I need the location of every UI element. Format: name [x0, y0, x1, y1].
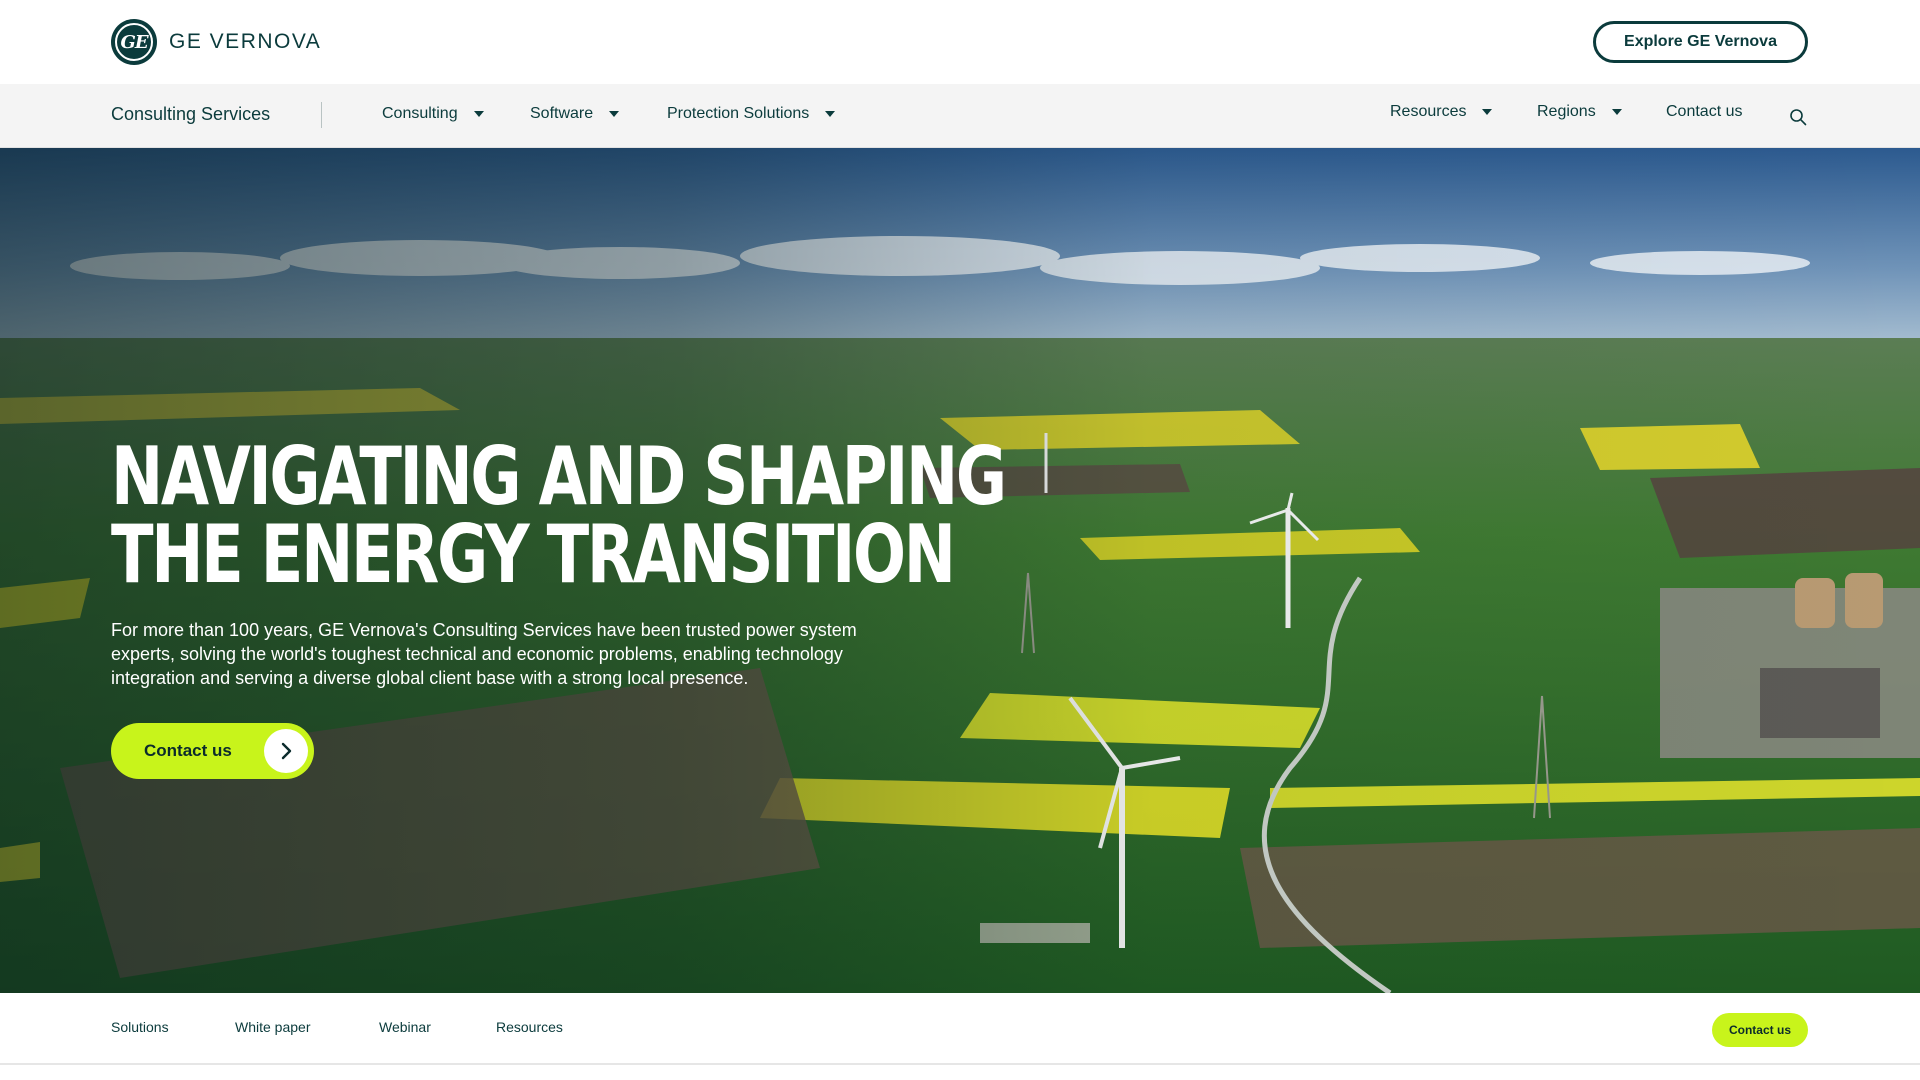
nav-item-label: Contact us [1666, 103, 1743, 120]
nav-item-label: Regions [1537, 103, 1596, 120]
nav-item-protection-solutions[interactable]: Protection Solutions [667, 105, 836, 123]
hero-description: For more than 100 years, GE Vernova's Co… [111, 620, 857, 688]
nav-item-label: Resources [1390, 103, 1467, 120]
nav-item-label: Software [530, 105, 594, 122]
chevron-down-icon [609, 111, 620, 117]
anchor-contact-us-button[interactable]: Contact us [1712, 1013, 1808, 1047]
top-header: GE GE VERNOVA Explore GE Vernova [0, 0, 1920, 84]
anchor-link-white-paper[interactable]: White paper [235, 1019, 310, 1035]
nav-item-contact-us[interactable]: Contact us [1666, 103, 1742, 121]
anchor-link-solutions[interactable]: Solutions [111, 1019, 169, 1035]
chevron-down-icon [1611, 109, 1622, 115]
brand-name: GE VERNOVA [169, 30, 322, 53]
chevron-down-icon [825, 111, 836, 117]
anchor-link-webinar[interactable]: Webinar [379, 1019, 431, 1035]
ge-monogram-icon: GE [111, 19, 157, 65]
search-icon[interactable] [1789, 108, 1807, 126]
explore-ge-vernova-button[interactable]: Explore GE Vernova [1593, 21, 1808, 63]
chevron-down-icon [473, 111, 484, 117]
nav-divider [321, 102, 322, 128]
secondary-nav: Consulting Services Consulting Software … [0, 84, 1920, 148]
hero-cta-label: Contact us [144, 741, 232, 760]
nav-item-label: Protection Solutions [667, 105, 810, 122]
chevron-right-icon [264, 729, 308, 773]
hero-banner: NAVIGATING AND SHAPING THE ENERGY TRANSI… [0, 148, 1920, 993]
section-title-link[interactable]: Consulting Services [111, 104, 270, 125]
nav-item-consulting[interactable]: Consulting [382, 105, 484, 123]
chevron-down-icon [1482, 109, 1493, 115]
brand-logo-link[interactable]: GE GE VERNOVA [111, 19, 321, 65]
nav-item-regions[interactable]: Regions [1537, 103, 1622, 121]
in-page-anchor-nav: Solutions White paper Webinar Resources … [0, 993, 1920, 1065]
hero-title: NAVIGATING AND SHAPING THE ENERGY TRANSI… [111, 430, 1007, 601]
hero-title-line-2: THE ENERGY TRANSITION [111, 508, 956, 601]
nav-item-resources[interactable]: Resources [1390, 103, 1493, 121]
anchor-link-resources[interactable]: Resources [496, 1019, 563, 1035]
hero-contact-us-button[interactable]: Contact us [111, 723, 314, 779]
hero-title-line-1: NAVIGATING AND SHAPING [111, 430, 1007, 523]
nav-item-software[interactable]: Software [530, 105, 620, 123]
nav-item-label: Consulting [382, 105, 458, 122]
brand-monogram: GE [120, 31, 148, 53]
